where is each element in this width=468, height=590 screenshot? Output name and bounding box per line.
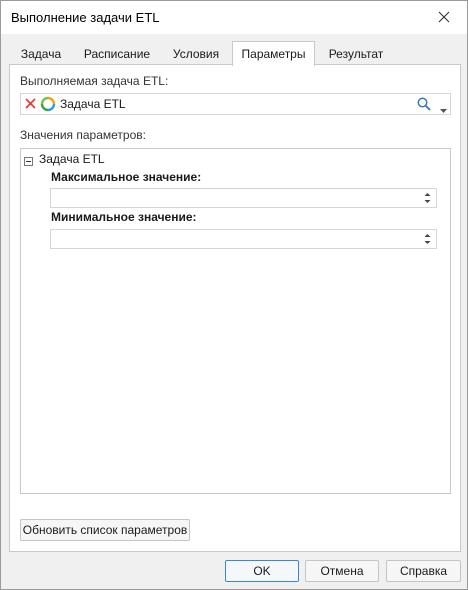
tab-label: Результат [328, 47, 384, 61]
parameters-label: Значения параметров: [20, 128, 146, 142]
dropdown-arrow-icon[interactable] [440, 102, 447, 116]
etl-task-label: Выполняемая задача ETL: [20, 74, 169, 88]
max-value-field[interactable] [50, 188, 437, 208]
tab-result[interactable]: Результат [316, 43, 396, 65]
tab-label: Задача [20, 47, 62, 61]
spinner-icon[interactable] [423, 191, 432, 205]
collapse-minus-icon[interactable] [24, 155, 33, 169]
parameters-panel: Выполняемая задача ETL: Задача ETL Значе… [9, 64, 461, 552]
ok-button[interactable]: OK [225, 560, 299, 582]
close-icon [438, 11, 450, 23]
tab-parameters[interactable]: Параметры [232, 41, 315, 66]
help-button[interactable]: Справка [386, 560, 461, 582]
refresh-parameters-button[interactable]: Обновить список параметров [20, 519, 190, 541]
parameters-tree: Задача ETL Максимальное значение: Минима… [20, 148, 451, 494]
tab-task[interactable]: Задача [9, 43, 73, 65]
tab-conditions[interactable]: Условия [161, 43, 231, 65]
tab-label: Параметры [241, 47, 306, 61]
dialog-window: Выполнение задачи ETL Задача Расписание … [0, 0, 468, 590]
window-title: Выполнение задачи ETL [11, 10, 160, 25]
etl-task-value: Задача ETL [60, 97, 126, 111]
title-bar: Выполнение задачи ETL [1, 1, 467, 34]
tree-root-label: Задача ETL [39, 152, 105, 166]
max-value-label: Максимальное значение: [51, 170, 202, 184]
tab-schedule[interactable]: Расписание [75, 43, 159, 65]
clear-icon[interactable] [25, 98, 36, 112]
etl-task-selector[interactable]: Задача ETL [20, 93, 451, 115]
tab-bar: Задача Расписание Условия Параметры Резу… [9, 41, 461, 66]
tab-label: Условия [172, 47, 220, 61]
min-value-label: Минимальное значение: [51, 210, 197, 224]
search-icon[interactable] [417, 97, 431, 114]
cancel-button[interactable]: Отмена [305, 560, 379, 582]
etl-task-icon [40, 96, 56, 115]
tab-label: Расписание [83, 47, 151, 61]
close-button[interactable] [421, 1, 467, 33]
spinner-icon[interactable] [423, 232, 432, 246]
min-value-field[interactable] [50, 229, 437, 249]
